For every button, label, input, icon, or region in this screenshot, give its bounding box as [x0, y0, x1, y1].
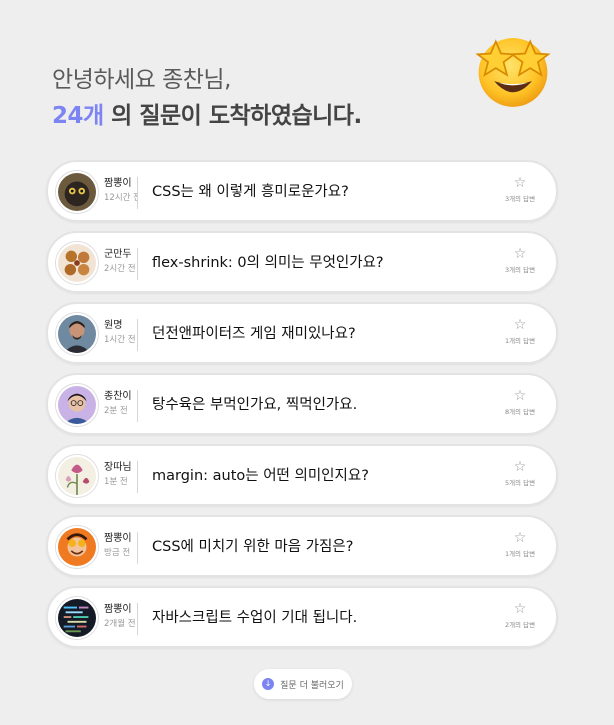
avatar: [56, 597, 98, 639]
answer-summary: ☆ 3개의 답변: [498, 176, 542, 204]
star-struck-emoji-icon: [470, 26, 556, 112]
question-card[interactable]: 군만두 2시간 전 flex-shrink: 0의 의미는 무엇인가요? ☆ 3…: [46, 231, 558, 293]
arrow-down-icon: ↓: [262, 678, 275, 690]
post-time: 2개월 전: [104, 619, 136, 629]
answer-summary: ☆ 2개의 답변: [498, 602, 542, 630]
question-title[interactable]: 던전앤파이터즈 게임 재미있나요?: [152, 323, 356, 345]
answer-count: 2개의 답변: [504, 621, 536, 629]
question-card[interactable]: 장따님 1분 전 margin: auto는 어떤 의미인지요? ☆ 5개의 답…: [46, 444, 558, 506]
question-count: 24개: [52, 103, 104, 129]
answer-count: 5개의 답변: [504, 479, 536, 487]
post-time: 12시간 전: [104, 193, 137, 203]
answer-count: 1개의 답변: [504, 550, 536, 558]
greeting-line1: 안녕하세요 종찬님,: [52, 67, 231, 93]
avatar: [56, 313, 98, 355]
post-time: 2시간 전: [104, 264, 136, 274]
question-card[interactable]: 짬뽕이 12시간 전 CSS는 왜 이렇게 흥미로운가요? ☆ 3개의 답변: [46, 160, 558, 222]
author-info: 짬뽕이 12시간 전: [104, 177, 138, 209]
load-more-label: 질문 더 불러오기: [280, 680, 344, 691]
greeting-line2: 24개 의 질문이 도착하였습니다.: [52, 98, 362, 134]
question-title[interactable]: CSS는 왜 이렇게 흥미로운가요?: [152, 181, 349, 203]
author-name: 짬뽕이: [104, 533, 132, 544]
answer-summary: ☆ 3개의 답변: [498, 247, 542, 275]
post-time: 2분 전: [104, 406, 128, 416]
author-name: 종찬이: [104, 391, 132, 402]
avatar: [56, 384, 98, 426]
post-time: 방금 전: [104, 548, 131, 558]
answer-summary: ☆ 1개의 답변: [498, 531, 542, 559]
author-info: 군만두 2시간 전: [104, 248, 138, 280]
answer-count: 3개의 답변: [504, 266, 536, 274]
answer-summary: ☆ 5개의 답변: [498, 460, 542, 488]
greeting-heading: 안녕하세요 종찬님, 24개 의 질문이 도착하였습니다.: [52, 62, 362, 134]
answer-count: 1개의 답변: [504, 337, 536, 345]
question-title[interactable]: margin: auto는 어떤 의미인지요?: [152, 465, 369, 487]
question-title[interactable]: 자바스크립트 수업이 기대 됩니다.: [152, 607, 357, 629]
author-name: 원명: [104, 320, 123, 331]
answer-count: 8개의 답변: [504, 408, 536, 416]
avatar: [56, 455, 98, 497]
author-info: 원명 1시간 전: [104, 319, 138, 351]
star-icon[interactable]: ☆: [498, 460, 542, 474]
author-name: 짬뽕이: [104, 178, 132, 189]
question-card[interactable]: 짬뽕이 2개월 전 자바스크립트 수업이 기대 됩니다. ☆ 2개의 답변: [46, 586, 558, 648]
author-info: 짬뽕이 2개월 전: [104, 603, 138, 635]
author-name: 군만두: [104, 249, 132, 260]
star-icon[interactable]: ☆: [498, 602, 542, 616]
question-card[interactable]: 짬뽕이 방금 전 CSS에 미치기 위한 마음 가짐은? ☆ 1개의 답변: [46, 515, 558, 577]
answer-count: 3개의 답변: [504, 195, 536, 203]
avatar: [56, 171, 98, 213]
author-info: 장따님 1분 전: [104, 461, 138, 493]
post-time: 1분 전: [104, 477, 128, 487]
star-icon[interactable]: ☆: [498, 176, 542, 190]
author-info: 짬뽕이 방금 전: [104, 532, 138, 564]
answer-summary: ☆ 8개의 답변: [498, 389, 542, 417]
question-title[interactable]: flex-shrink: 0의 의미는 무엇인가요?: [152, 252, 384, 274]
star-icon[interactable]: ☆: [498, 318, 542, 332]
question-title[interactable]: CSS에 미치기 위한 마음 가짐은?: [152, 536, 353, 558]
avatar: [56, 242, 98, 284]
greeting-line2-text: 의 질문이 도착하였습니다.: [103, 103, 362, 129]
question-title[interactable]: 탕수육은 부먹인가요, 찍먹인가요.: [152, 394, 357, 416]
question-list: 짬뽕이 12시간 전 CSS는 왜 이렇게 흥미로운가요? ☆ 3개의 답변 군…: [46, 160, 558, 657]
post-time: 1시간 전: [104, 335, 136, 345]
author-name: 장따님: [104, 462, 132, 473]
author-name: 짬뽕이: [104, 604, 132, 615]
load-more-button[interactable]: ↓ 질문 더 불러오기: [254, 669, 352, 699]
avatar: [56, 526, 98, 568]
question-card[interactable]: 종찬이 2분 전 탕수육은 부먹인가요, 찍먹인가요. ☆ 8개의 답변: [46, 373, 558, 435]
star-icon[interactable]: ☆: [498, 247, 542, 261]
author-info: 종찬이 2분 전: [104, 390, 138, 422]
star-icon[interactable]: ☆: [498, 531, 542, 545]
answer-summary: ☆ 1개의 답변: [498, 318, 542, 346]
question-card[interactable]: 원명 1시간 전 던전앤파이터즈 게임 재미있나요? ☆ 1개의 답변: [46, 302, 558, 364]
star-icon[interactable]: ☆: [498, 389, 542, 403]
